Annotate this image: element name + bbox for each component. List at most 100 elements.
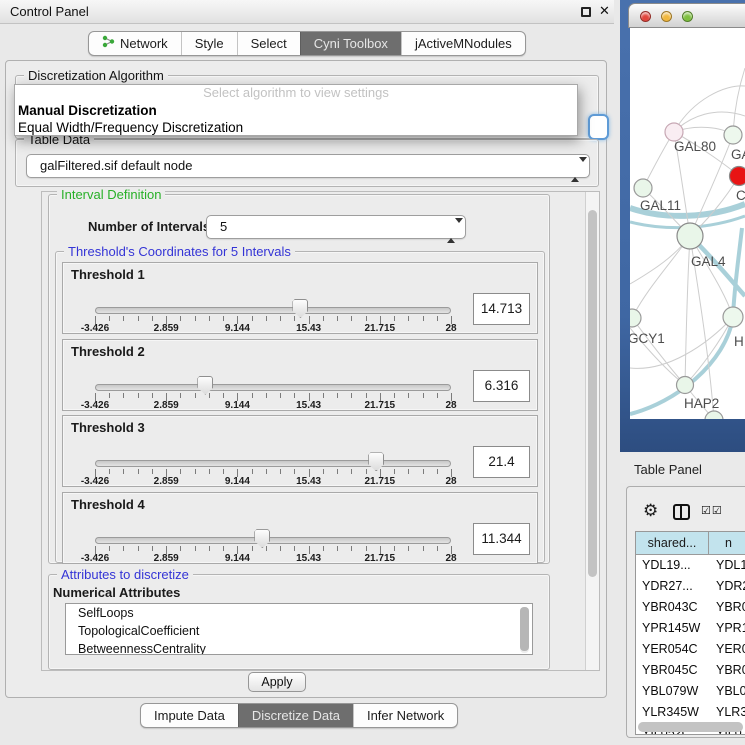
table-cell-name[interactable]: YLR3 [709, 702, 745, 723]
network-node[interactable] [634, 179, 652, 197]
bottom-tab-impute-data[interactable]: Impute Data [141, 704, 238, 727]
slider-tick [123, 316, 124, 321]
slider-tick [437, 316, 438, 321]
numerical-attributes-list[interactable]: SelfLoopsTopologicalCoefficientBetweenne… [65, 603, 533, 655]
tab-style[interactable]: Style [181, 32, 237, 55]
table-cell-shared-name[interactable]: YBL079W [636, 681, 709, 702]
axis-tick-label: 9.144 [225, 323, 250, 334]
threshold-3-value-field[interactable]: 21.4 [473, 446, 530, 478]
tab-label: Style [195, 32, 224, 55]
close-icon[interactable]: ✕ [599, 3, 610, 19]
table-row[interactable]: YPR145WYPR1 [636, 618, 745, 639]
attribute-list-item[interactable]: BetweennessCentrality [66, 640, 532, 655]
mac-close-icon[interactable] [640, 11, 651, 22]
float-window-icon[interactable] [581, 7, 591, 17]
mac-minimize-icon[interactable] [661, 11, 672, 22]
threshold-4-value-field[interactable]: 11.344 [473, 523, 530, 555]
threshold-3-slider-track[interactable] [95, 460, 451, 467]
table-cell-shared-name[interactable]: YLR345W [636, 702, 709, 723]
network-node[interactable] [677, 223, 703, 249]
network-edge[interactable] [632, 318, 685, 385]
tab-jactivemnodules[interactable]: jActiveMNodules [401, 32, 525, 55]
threshold-panel-1: Threshold 1-3.4262.8599.14415.4321.71528… [62, 262, 538, 334]
table-header-shared[interactable]: shared... [636, 532, 709, 554]
table-cell-name[interactable]: YBR0 [709, 597, 745, 618]
bottom-tab-infer-network[interactable]: Infer Network [353, 704, 457, 727]
threshold-2-value-field[interactable]: 6.316 [473, 370, 530, 402]
network-graph[interactable]: GAL80GACGAL11GAL4GCY1HHAP2 [630, 28, 745, 419]
table-body: YDL19...YDL1YDR27...YDR2YBR043CYBR0YPR14… [636, 555, 745, 735]
network-node[interactable] [724, 126, 742, 144]
table-row[interactable]: YER054CYER0 [636, 639, 745, 660]
apply-button[interactable]: Apply [248, 672, 306, 692]
algorithm-combobox-fragment[interactable] [588, 114, 609, 140]
table-cell-shared-name[interactable]: YBR043C [636, 597, 709, 618]
table-row[interactable]: YBR043CYBR0 [636, 597, 745, 618]
table-row[interactable]: YLR345WYLR3 [636, 702, 745, 723]
threshold-3-slider-thumb[interactable] [368, 452, 384, 471]
tab-select[interactable]: Select [237, 32, 300, 55]
node-label: GA [731, 147, 745, 162]
table-cell-name[interactable]: YDL1 [709, 555, 745, 576]
network-view-window: GAL80GACGAL11GAL4GCY1HHAP2 [620, 0, 745, 452]
network-window-titlebar[interactable] [628, 3, 745, 28]
network-edge[interactable] [674, 86, 745, 132]
slider-tick [337, 546, 338, 551]
column-checkbox-icons[interactable]: ☑☑ [701, 504, 723, 517]
threshold-2-slider-thumb[interactable] [197, 376, 213, 395]
mac-zoom-icon[interactable] [682, 11, 693, 22]
slider-tick [408, 546, 409, 551]
threshold-4-slider-thumb[interactable] [254, 529, 270, 548]
network-node[interactable] [723, 307, 743, 327]
table-cell-name[interactable]: YBR0 [709, 660, 745, 681]
table-cell-shared-name[interactable]: YDR27... [636, 576, 709, 597]
axis-tick-label: 21.715 [365, 476, 396, 487]
threshold-2-slider-track[interactable] [95, 384, 451, 391]
table-data-combobox[interactable]: galFiltered.sif default node [26, 154, 590, 178]
table-header-name[interactable]: n [709, 532, 745, 554]
table-row[interactable]: YDR27...YDR2 [636, 576, 745, 597]
number-of-intervals-combobox[interactable]: 5 [206, 215, 466, 239]
table-cell-name[interactable]: YER0 [709, 639, 745, 660]
network-canvas[interactable]: GAL80GACGAL11GAL4GCY1HHAP2 [630, 28, 745, 419]
table-cell-name[interactable]: YPR1 [709, 618, 745, 639]
settings-vertical-scrollbar[interactable] [585, 192, 599, 670]
slider-tick [394, 469, 395, 474]
table-row[interactable]: YBR045CYBR0 [636, 660, 745, 681]
algorithm-hint-item[interactable]: Select algorithm to view settings [15, 85, 577, 102]
network-edge[interactable] [643, 132, 674, 188]
table-row[interactable]: YBL079WYBL0 [636, 681, 745, 702]
network-edge[interactable] [733, 68, 745, 135]
table-horizontal-scrollbar[interactable] [638, 722, 743, 732]
threshold-1-slider-track[interactable] [95, 307, 451, 314]
slider-tick [252, 316, 253, 321]
table-cell-shared-name[interactable]: YDL19... [636, 555, 709, 576]
split-view-icon[interactable] [673, 504, 690, 520]
network-node[interactable] [677, 377, 694, 394]
threshold-4-slider-track[interactable] [95, 537, 451, 544]
number-of-intervals-value: 5 [220, 219, 227, 234]
network-node[interactable] [730, 167, 745, 186]
attribute-list-item[interactable]: TopologicalCoefficient [66, 622, 532, 640]
network-node[interactable] [630, 309, 641, 327]
table-cell-name[interactable]: YDR2 [709, 576, 745, 597]
tab-network[interactable]: Network [89, 32, 181, 55]
attribute-list-item[interactable]: SelfLoops [66, 604, 532, 622]
network-edge[interactable] [685, 236, 690, 385]
attributes-list-scrollbar[interactable] [520, 607, 529, 653]
algorithm-popup-item-2[interactable]: Equal Width/Frequency Discretization [15, 119, 577, 136]
algorithm-popup-item-1[interactable]: Manual Discretization [15, 102, 577, 119]
slider-tick [180, 393, 181, 398]
table-row[interactable]: YDL19...YDL1 [636, 555, 745, 576]
table-cell-shared-name[interactable]: YER054C [636, 639, 709, 660]
bottom-tab-discretize-data[interactable]: Discretize Data [238, 704, 353, 727]
network-edge[interactable] [632, 236, 690, 318]
slider-tick [280, 469, 281, 474]
threshold-1-value-field[interactable]: 14.713 [473, 293, 530, 325]
table-cell-shared-name[interactable]: YBR045C [636, 660, 709, 681]
table-cell-name[interactable]: YBL0 [709, 681, 745, 702]
network-edge[interactable] [733, 228, 742, 317]
tab-cyni-toolbox[interactable]: Cyni Toolbox [300, 32, 401, 55]
gear-icon[interactable]: ⚙ [643, 501, 658, 521]
table-cell-shared-name[interactable]: YPR145W [636, 618, 709, 639]
